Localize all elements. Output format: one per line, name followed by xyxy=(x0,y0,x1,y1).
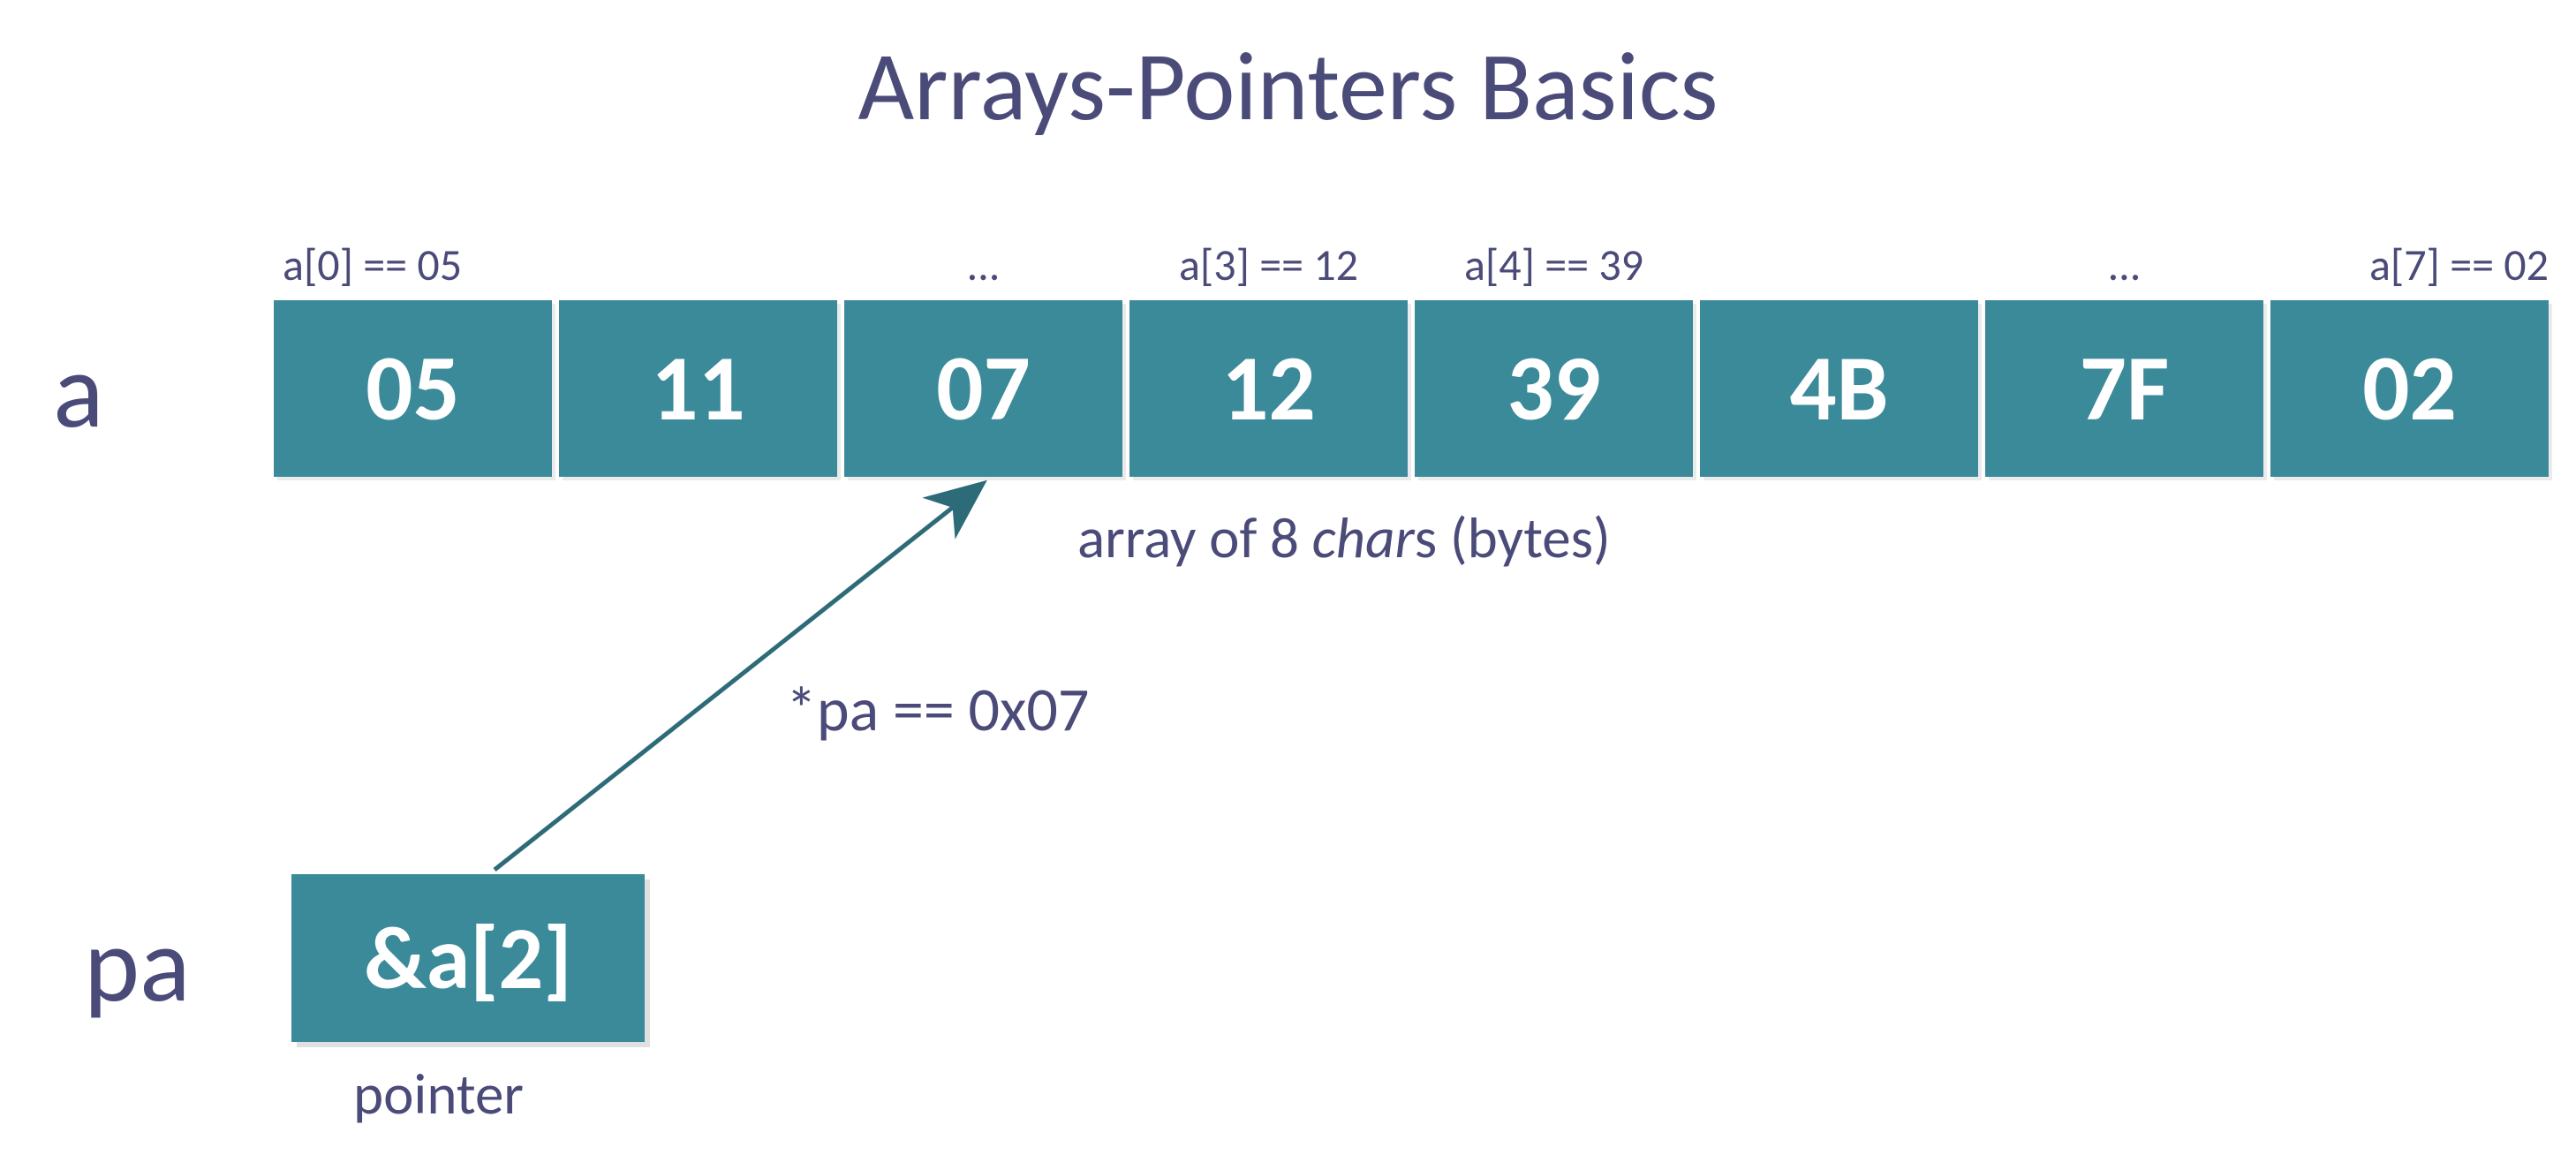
array-cell-0: a[0] == 05 05 xyxy=(274,300,552,477)
array-cells: a[0] == 05 05 11 ... 07 a[3] == 12 12 a[… xyxy=(274,300,2549,477)
diagram-title: Arrays-Pointers Basics xyxy=(0,26,2576,146)
pointer-box: &a[2] xyxy=(291,874,645,1042)
cell-value: 07 xyxy=(936,332,1030,445)
array-caption-suffix: s (bytes) xyxy=(1415,503,1611,573)
array-cell-4: a[4] == 39 39 xyxy=(1415,300,1693,477)
cell-value: 02 xyxy=(2362,332,2456,445)
array-caption-prefix: array of 8 xyxy=(1077,503,1312,573)
cell-value: 39 xyxy=(1507,332,1600,445)
cell-value: 12 xyxy=(1221,332,1315,445)
array-cell-7: a[7] == 02 02 xyxy=(2270,300,2549,477)
array-cell-1: 11 xyxy=(559,300,837,477)
pointer-value: &a[2] xyxy=(364,904,571,1012)
cell-value: 05 xyxy=(366,332,459,445)
cell-annotation: a[3] == 12 xyxy=(1129,238,1408,292)
pointer-caption: pointer xyxy=(353,1060,524,1129)
cell-value: 7F xyxy=(2080,332,2169,445)
cell-value: 11 xyxy=(651,332,744,445)
cell-annotation: a[4] == 39 xyxy=(1415,238,1693,292)
dereference-text: *pa == 0x07 xyxy=(786,671,1089,747)
cell-annotation: ... xyxy=(1985,238,2263,292)
cell-annotation: a[7] == 02 xyxy=(2270,238,2557,292)
array-caption-type: char xyxy=(1312,503,1415,573)
array-cell-5: 4B xyxy=(1700,300,1978,477)
cell-annotation: ... xyxy=(844,238,1122,292)
array-cell-3: a[3] == 12 12 xyxy=(1129,300,1408,477)
array-cell-2: ... 07 xyxy=(844,300,1122,477)
pointer-variable-label: pa xyxy=(84,901,191,1030)
array-variable-label: a xyxy=(53,327,103,456)
array-cell-6: ... 7F xyxy=(1985,300,2263,477)
cell-value: 4B xyxy=(1789,332,1888,445)
array-caption: array of 8 chars (bytes) xyxy=(1077,503,1611,573)
cell-annotation: a[0] == 05 xyxy=(274,238,561,292)
